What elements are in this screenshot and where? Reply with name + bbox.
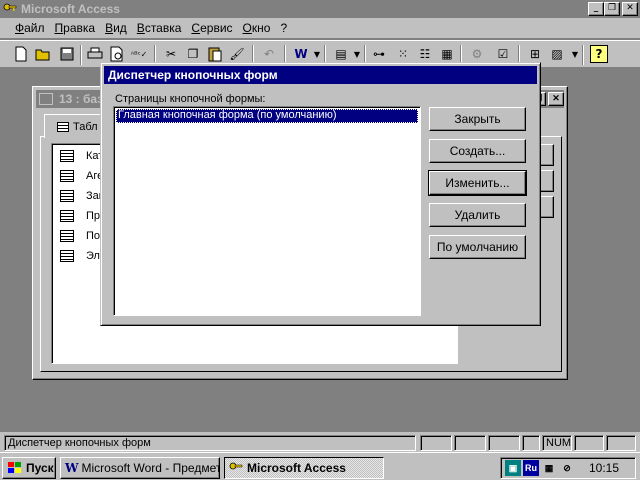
table-icon — [60, 230, 74, 242]
menu-help[interactable]: ? — [275, 21, 292, 35]
format-painter-icon[interactable]: 🖌 — [228, 45, 246, 63]
save-icon[interactable] — [58, 45, 76, 63]
status-bar: Диспетчер кнопочных форм NUM — [0, 432, 640, 452]
table-icon — [60, 150, 74, 162]
status-text: Диспетчер кнопочных форм — [4, 435, 416, 451]
access-key-icon — [3, 2, 17, 16]
status-indicator — [488, 435, 520, 451]
new-icon[interactable] — [12, 45, 30, 63]
app-title: Microsoft Access — [21, 2, 120, 16]
system-tray: ▣ Ru ▦ ⊘ 10:15 — [500, 457, 636, 479]
list-item[interactable]: Зак — [60, 188, 104, 204]
delete-button[interactable]: Удалить — [429, 203, 526, 227]
start-button[interactable]: Пуск — [2, 457, 56, 479]
status-indicator — [574, 435, 604, 451]
properties-icon[interactable]: ☑ — [494, 45, 512, 63]
task-access[interactable]: Microsoft Access — [224, 457, 384, 479]
restore-button[interactable]: ❐ — [604, 2, 620, 16]
word-icon: W — [65, 461, 79, 475]
close-button[interactable]: ✕ — [622, 2, 638, 16]
table-icon — [57, 121, 69, 132]
access-key-icon — [229, 461, 243, 475]
table-icon — [60, 210, 74, 222]
start-label: Пуск — [26, 461, 54, 475]
status-indicator — [454, 435, 486, 451]
windows-logo-icon — [7, 461, 23, 475]
menu-tools[interactable]: Сервис — [186, 21, 237, 35]
edit-button[interactable]: Изменить... — [428, 170, 527, 196]
undo-icon[interactable]: ↶ — [260, 45, 278, 63]
menu-insert[interactable]: Вставка — [132, 21, 187, 35]
list-item[interactable]: Пок — [60, 228, 105, 244]
menu-file[interactable]: Файл — [10, 21, 50, 35]
print-icon[interactable] — [86, 45, 104, 63]
relationships-icon[interactable]: ⊶ — [370, 45, 388, 63]
table-icon — [60, 190, 74, 202]
status-indicator — [606, 435, 636, 451]
new-object-icon[interactable]: ▨ — [548, 45, 566, 63]
switchboard-manager-dialog: Диспетчер кнопочных форм Страницы кнопоч… — [100, 62, 541, 326]
status-indicator — [522, 435, 540, 451]
open-icon[interactable] — [34, 45, 52, 63]
print-preview-icon[interactable] — [108, 45, 126, 63]
clock: 10:15 — [589, 461, 620, 475]
db-close-button[interactable]: ✕ — [548, 92, 564, 106]
monitor-icon[interactable]: ▣ — [505, 460, 521, 476]
dialog-title: Диспетчер кнопочных форм — [104, 66, 537, 84]
create-button[interactable]: Создать... — [429, 139, 526, 163]
taskbar: Пуск W Microsoft Word - Предмет... Micro… — [0, 452, 640, 480]
status-indicator — [420, 435, 452, 451]
list-item[interactable]: Кат — [60, 148, 103, 164]
copy-icon[interactable]: ❐ — [184, 45, 202, 63]
pages-label: Страницы кнопочной формы: — [115, 93, 266, 105]
speaker-icon[interactable]: ⊘ — [559, 460, 575, 476]
list-item[interactable]: Аге — [60, 168, 103, 184]
task-word[interactable]: W Microsoft Word - Предмет... — [60, 457, 220, 479]
code-icon[interactable]: ⚙ — [468, 45, 486, 63]
menu-edit[interactable]: Правка — [50, 21, 101, 35]
view-details-icon[interactable]: ▦ — [438, 45, 456, 63]
task-label: Microsoft Word - Предмет... — [81, 461, 220, 475]
pages-list[interactable]: Главная кнопочная форма (по умолчанию) — [113, 106, 421, 316]
tab-tables[interactable]: Табл — [44, 114, 106, 138]
list-item-selected[interactable]: Главная кнопочная форма (по умолчанию) — [116, 109, 418, 123]
tray-app-icon[interactable]: ▦ — [541, 460, 557, 476]
tab-label: Табл — [73, 120, 98, 133]
task-label: Microsoft Access — [247, 461, 346, 475]
database-title: 13 : баз — [59, 92, 104, 106]
database-icon — [39, 93, 53, 105]
table-icon — [60, 170, 74, 182]
view-small-icons-icon[interactable]: ⁙ — [394, 45, 412, 63]
set-default-button[interactable]: По умолчанию — [429, 235, 526, 259]
num-lock-indicator: NUM — [542, 435, 572, 451]
paste-icon[interactable] — [206, 45, 224, 63]
table-icon — [60, 250, 74, 262]
minimize-button[interactable]: _ — [588, 2, 604, 16]
spelling-icon[interactable]: ᴬᴮᶜ✓ — [130, 45, 148, 63]
database-window-icon[interactable]: ⊞ — [526, 45, 544, 63]
app-title-bar: Microsoft Access _ ❐ ✕ — [0, 0, 640, 18]
cut-icon[interactable]: ✂ — [162, 45, 180, 63]
close-dialog-button[interactable]: Закрыть — [429, 107, 526, 131]
menu-view[interactable]: Вид — [100, 21, 132, 35]
language-indicator[interactable]: Ru — [523, 460, 539, 476]
help-icon[interactable]: ? — [590, 45, 608, 63]
menu-window[interactable]: Окно — [238, 21, 276, 35]
menu-bar: Файл Правка Вид Вставка Сервис Окно ? — [0, 18, 640, 38]
view-list-icon[interactable]: ☷ — [416, 45, 434, 63]
